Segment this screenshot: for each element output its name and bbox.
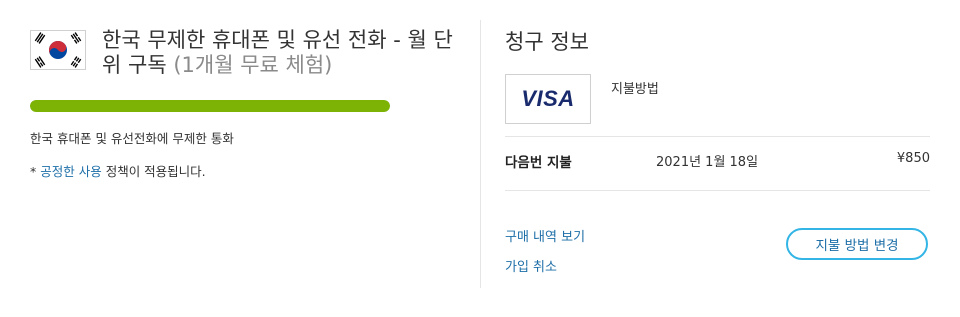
- south-korea-flag-icon: [30, 30, 86, 70]
- plan-title: 한국 무제한 휴대폰 및 유선 전화 - 월 단위 구독 (1개월 무료 체험): [102, 28, 462, 78]
- fair-use-policy-note: * 공정한 사용 정책이 적용됩니다.: [30, 161, 206, 180]
- next-payment-amount: ¥850: [896, 151, 930, 166]
- fair-use-policy-link[interactable]: 공정한 사용: [40, 164, 101, 179]
- billing-title: 청구 정보: [505, 30, 589, 54]
- divider: [505, 136, 930, 137]
- card-brand: VISA: [521, 86, 575, 111]
- plan-progress-bar: [30, 100, 390, 112]
- visa-card-icon: VISA: [505, 74, 591, 124]
- plan-progress-fill: [30, 100, 390, 112]
- panel-divider: [480, 20, 481, 288]
- divider: [505, 190, 930, 191]
- policy-prefix: *: [30, 164, 41, 179]
- next-payment-date: 2021년 1월 18일: [656, 155, 759, 170]
- cancel-subscription-link[interactable]: 가입 취소: [505, 256, 557, 275]
- policy-suffix: 정책이 적용됩니다.: [101, 164, 206, 179]
- view-purchase-history-link[interactable]: 구매 내역 보기: [505, 226, 585, 245]
- next-payment-label: 다음번 지불: [505, 155, 572, 171]
- plan-title-trial: (1개월 무료 체험): [173, 53, 333, 77]
- plan-description: 한국 휴대폰 및 유선전화에 무제한 통화: [30, 131, 234, 146]
- payment-method-label: 지불방법: [611, 82, 659, 97]
- change-payment-method-button[interactable]: 지불 방법 변경: [786, 228, 928, 260]
